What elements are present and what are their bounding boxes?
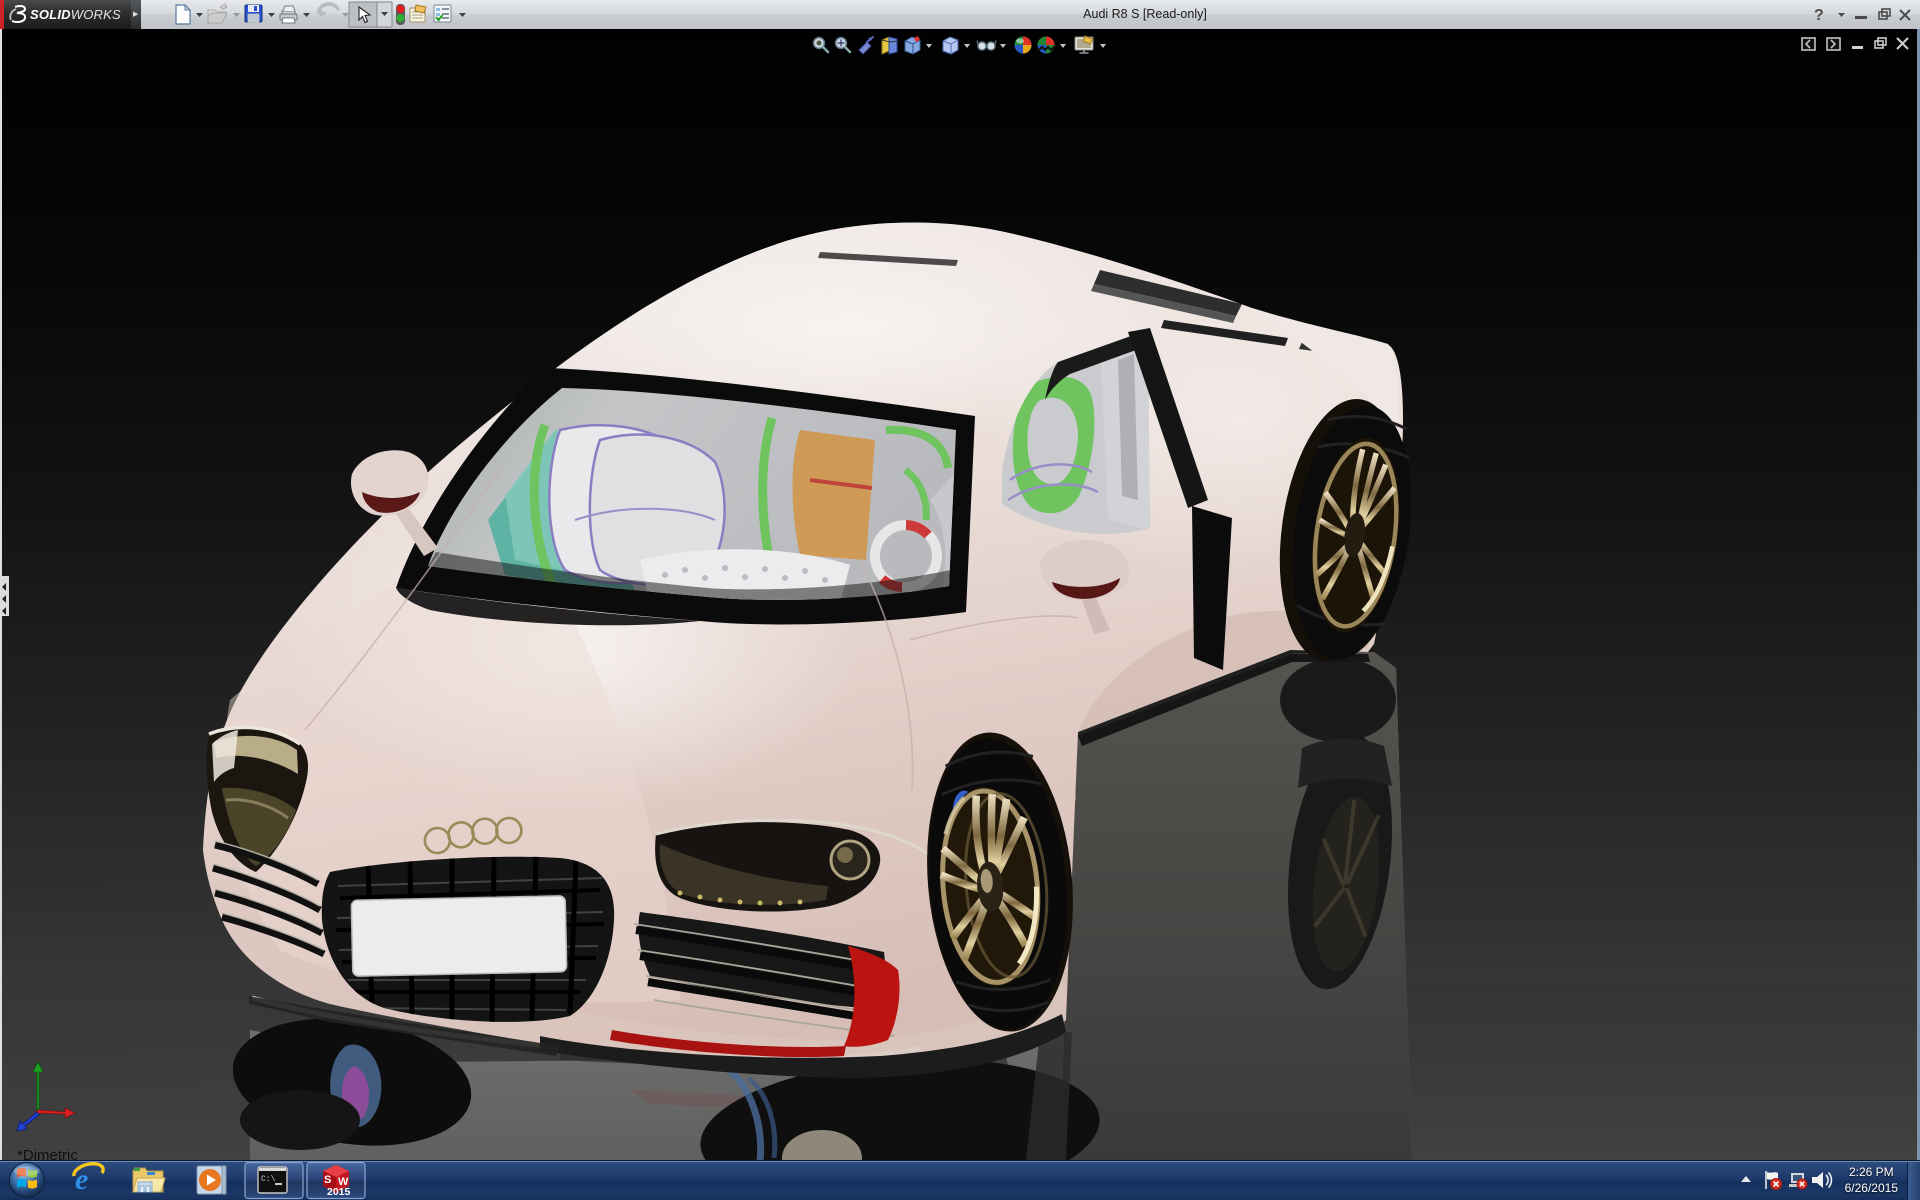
svg-text:2015: 2015	[327, 1186, 351, 1198]
svg-text:*Dimetric: *Dimetric	[17, 1147, 78, 1160]
svg-text:C:\: C:\	[261, 1175, 276, 1184]
svg-text:S: S	[324, 1174, 331, 1186]
svg-text:?: ?	[1814, 7, 1824, 24]
